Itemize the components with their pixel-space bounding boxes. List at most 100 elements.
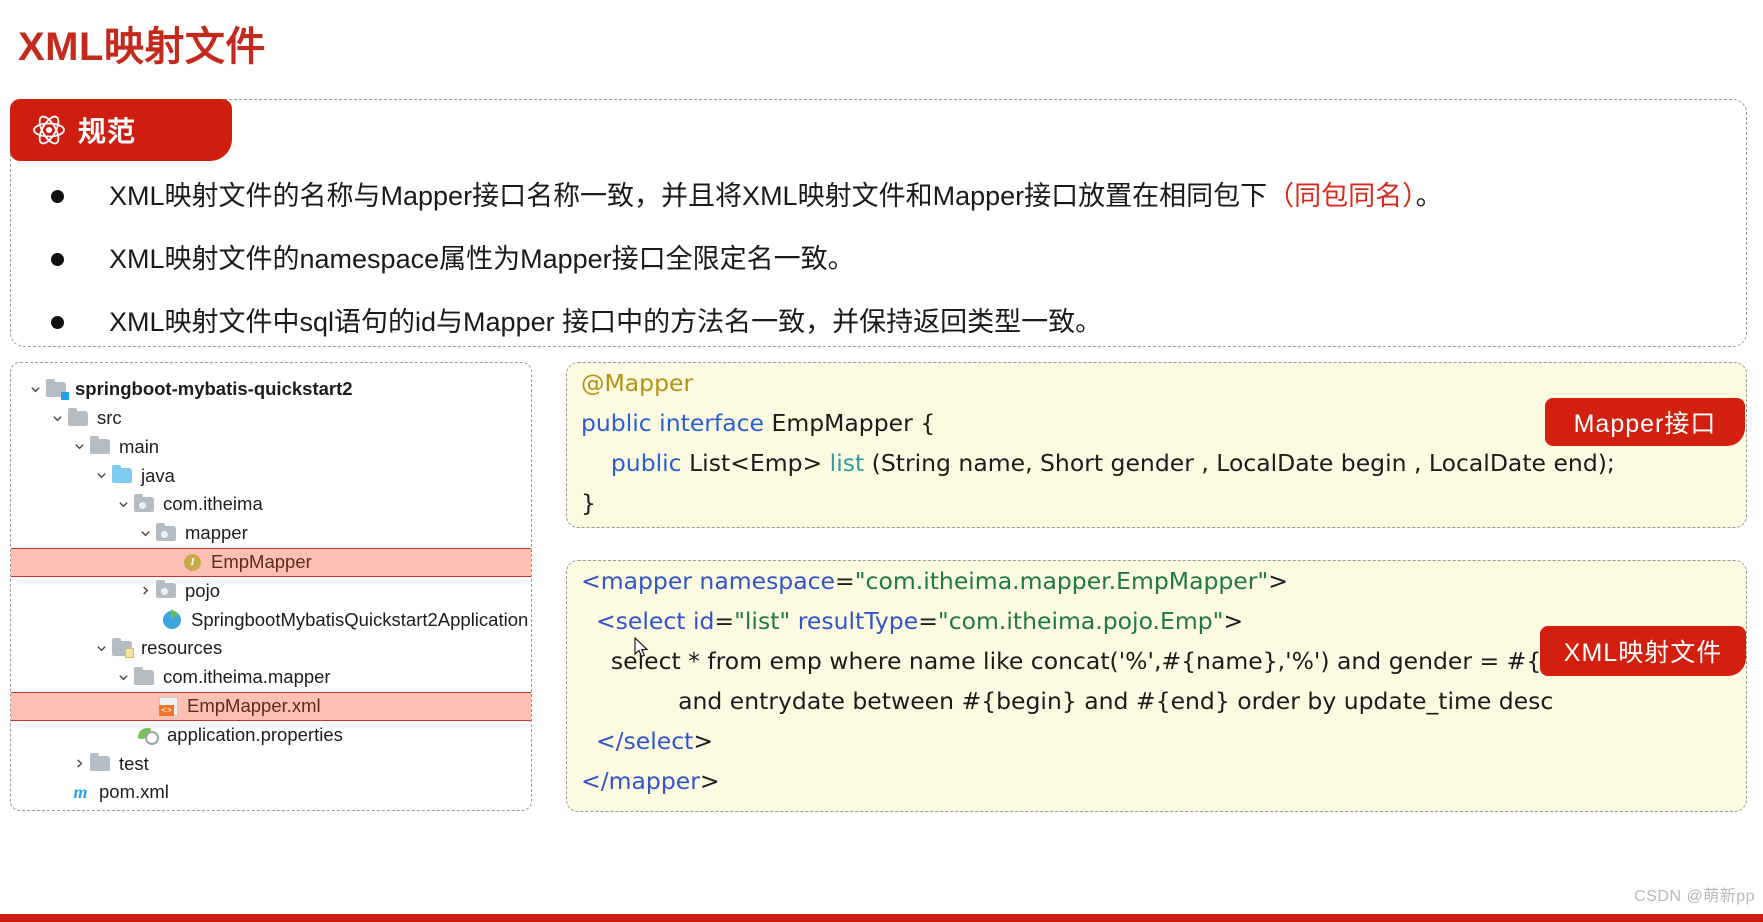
xml-eq: = — [714, 607, 735, 635]
code-line: </select> — [567, 721, 1746, 761]
tree-row[interactable]: resources — [11, 634, 531, 663]
xml-attr: resultType — [797, 607, 919, 635]
rule-item: XML映射文件的namespace属性为Mapper接口全限定名一致。 — [11, 241, 1746, 304]
tree-row-label: EmpMapper.xml — [187, 694, 321, 716]
tree-row[interactable]: java — [11, 461, 531, 490]
folder-module-icon — [45, 378, 69, 400]
code-line-sql: and entrydate between #{begin} and #{end… — [567, 681, 1746, 721]
maven-icon: m — [73, 782, 88, 803]
project-file-tree[interactable]: springboot-mybatis-quickstart2 src main … — [10, 362, 532, 811]
rule-text-main: XML映射文件中sql语句的id与Mapper 接口中的方法名一致，并保持返回类… — [109, 307, 1103, 337]
tree-row[interactable]: SpringbootMybatisQuickstart2Application — [11, 605, 531, 634]
tree-row-label: main — [119, 435, 160, 457]
tree-row[interactable]: pojo — [11, 577, 531, 606]
tree-row-label: resources — [141, 637, 223, 659]
chevron-down-icon[interactable] — [91, 470, 111, 481]
xml-mapper-tag: XML映射文件 — [1540, 626, 1746, 676]
xml-attr: id — [692, 607, 715, 635]
xml-value: "list" — [734, 607, 791, 635]
tree-row-label: springboot-mybatis-quickstart2 — [75, 378, 353, 400]
rule-item: XML映射文件中sql语句的id与Mapper 接口中的方法名一致，并保持返回类… — [11, 304, 1746, 367]
rules-badge-label: 规范 — [78, 116, 137, 147]
xml-file-icon — [157, 696, 180, 716]
tree-row[interactable]: main — [11, 433, 531, 462]
rule-text-main: XML映射文件的namespace属性为Mapper接口全限定名一致。 — [109, 244, 855, 274]
chevron-down-icon[interactable] — [69, 441, 89, 452]
tree-row-label: java — [141, 464, 175, 486]
chevron-down-icon[interactable] — [91, 643, 111, 654]
tree-row-label: EmpMapper — [211, 550, 312, 572]
rule-text-tail: 。 — [1415, 181, 1443, 211]
code-line: <mapper namespace="com.itheima.mapper.Em… — [567, 561, 1746, 601]
chevron-down-icon[interactable] — [113, 672, 133, 683]
tree-row[interactable]: application.properties — [11, 721, 531, 750]
tree-row-empmapper-xml[interactable]: EmpMapper.xml — [11, 691, 531, 721]
xml-tag-close: > — [699, 767, 720, 795]
interface-icon: I — [181, 553, 204, 572]
tree-row-label: pom.xml — [99, 781, 169, 803]
tree-row[interactable]: com.itheima — [11, 490, 531, 519]
atom-icon — [32, 113, 66, 147]
folder-package-icon — [155, 522, 178, 543]
rules-box: XML映射文件的名称与Mapper接口名称一致，并且将XML映射文件和Mappe… — [10, 99, 1747, 347]
code-line: @Mapper — [567, 363, 1746, 403]
bottom-accent-bar — [0, 914, 1763, 922]
xml-tag-close: > — [1223, 607, 1244, 635]
chevron-down-icon[interactable] — [135, 528, 155, 539]
sql-text: and entrydate between #{begin} and #{end… — [581, 687, 1554, 715]
code-keyword: public — [610, 449, 682, 477]
folder-source-icon — [111, 465, 134, 485]
tree-row-label: mapper — [185, 522, 248, 544]
code-keyword: public interface — [581, 409, 764, 437]
tree-row[interactable]: springboot-mybatis-quickstart2 — [11, 375, 531, 404]
rule-text: XML映射文件的名称与Mapper接口名称一致，并且将XML映射文件和Mappe… — [109, 178, 1443, 214]
tree-row[interactable]: mapper — [11, 519, 531, 548]
spring-class-icon — [161, 609, 184, 630]
tree-row-empmapper-interface[interactable]: I EmpMapper — [11, 547, 531, 577]
chevron-right-icon[interactable] — [69, 758, 89, 769]
xml-tag: </select — [595, 727, 694, 755]
folder-icon — [133, 666, 156, 687]
chevron-down-icon[interactable] — [47, 413, 67, 424]
tree-row[interactable]: test — [11, 749, 531, 778]
tree-row-label: SpringbootMybatisQuickstart2Application — [191, 608, 529, 630]
xml-mapper-code-panel: <mapper namespace="com.itheima.mapper.Em… — [566, 560, 1747, 812]
code-text: EmpMapper { — [764, 409, 936, 437]
tree-row-label: com.itheima — [163, 493, 263, 515]
folder-icon — [89, 436, 112, 456]
chevron-down-icon[interactable] — [113, 499, 133, 510]
tree-row[interactable]: com.itheima.mapper — [11, 663, 531, 692]
xml-space — [790, 607, 797, 635]
code-line: </mapper> — [567, 761, 1746, 801]
xml-attr: namespace — [699, 567, 836, 595]
watermark: CSDN @萌新pp — [1634, 888, 1755, 905]
mouse-cursor-icon — [634, 636, 650, 664]
slide-root: XML映射文件 XML映射文件的名称与Mapper接口名称一致，并且将XML映射… — [0, 0, 1763, 922]
rule-text: XML映射文件中sql语句的id与Mapper 接口中的方法名一致，并保持返回类… — [109, 304, 1102, 340]
bullet-dot — [51, 316, 64, 329]
tree-row-label: com.itheima.mapper — [163, 666, 331, 688]
rule-text: XML映射文件的namespace属性为Mapper接口全限定名一致。 — [109, 241, 855, 277]
chevron-down-icon[interactable] — [25, 384, 45, 395]
bullet-dot — [51, 253, 64, 266]
xml-tag: </mapper — [581, 767, 700, 795]
xml-tag: <select — [595, 607, 693, 635]
folder-package-icon — [155, 580, 178, 600]
folder-icon — [67, 407, 90, 428]
rule-item: XML映射文件的名称与Mapper接口名称一致，并且将XML映射文件和Mappe… — [11, 178, 1746, 241]
rule-text-main: XML映射文件的名称与Mapper接口名称一致，并且将XML映射文件和Mappe… — [109, 181, 1268, 211]
rules-list: XML映射文件的名称与Mapper接口名称一致，并且将XML映射文件和Mappe… — [11, 178, 1746, 367]
code-text: } — [581, 489, 596, 517]
tree-row[interactable]: m pom.xml — [11, 778, 531, 807]
xml-tag: <mapper — [581, 567, 700, 595]
xml-eq: = — [835, 567, 855, 595]
xml-value: "com.itheima.mapper.EmpMapper" — [854, 567, 1269, 595]
folder-icon — [89, 753, 112, 773]
code-line: public List<Emp> list (String name, Shor… — [567, 443, 1746, 483]
tree-row[interactable]: src — [11, 404, 531, 433]
chevron-right-icon[interactable] — [135, 585, 155, 596]
mapper-interface-tag: Mapper接口 — [1545, 398, 1745, 446]
